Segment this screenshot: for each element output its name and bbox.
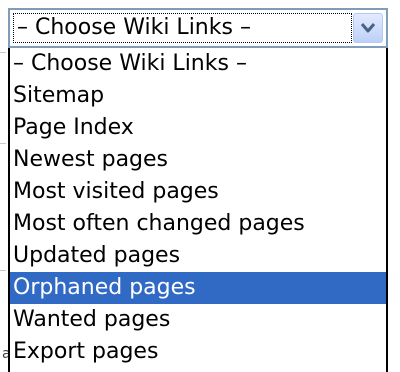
option-updated-pages[interactable]: Updated pages [10, 240, 386, 272]
option-choose-wiki-links[interactable]: – Choose Wiki Links – [10, 48, 386, 80]
chevron-down-icon [360, 23, 376, 33]
option-most-visited-pages[interactable]: Most visited pages [10, 176, 386, 208]
option-newest-pages[interactable]: Newest pages [10, 144, 386, 176]
option-export-pages[interactable]: Export pages [10, 336, 386, 368]
background-divider [0, 143, 6, 144]
background-divider [0, 270, 6, 271]
wiki-links-select[interactable]: – Choose Wiki Links – [8, 8, 388, 48]
background-divider [0, 52, 6, 53]
option-page-index[interactable]: Page Index [10, 112, 386, 144]
option-most-often-changed-pages[interactable]: Most often changed pages [10, 208, 386, 240]
dropdown-arrow-button[interactable] [353, 13, 383, 43]
select-current-value[interactable]: – Choose Wiki Links – [13, 13, 352, 43]
option-orphaned-pages[interactable]: Orphaned pages [10, 272, 386, 304]
wiki-links-dropdown-list[interactable]: – Choose Wiki Links – Sitemap Page Index… [8, 48, 388, 372]
option-wanted-pages[interactable]: Wanted pages [10, 304, 386, 336]
option-sitemap[interactable]: Sitemap [10, 80, 386, 112]
